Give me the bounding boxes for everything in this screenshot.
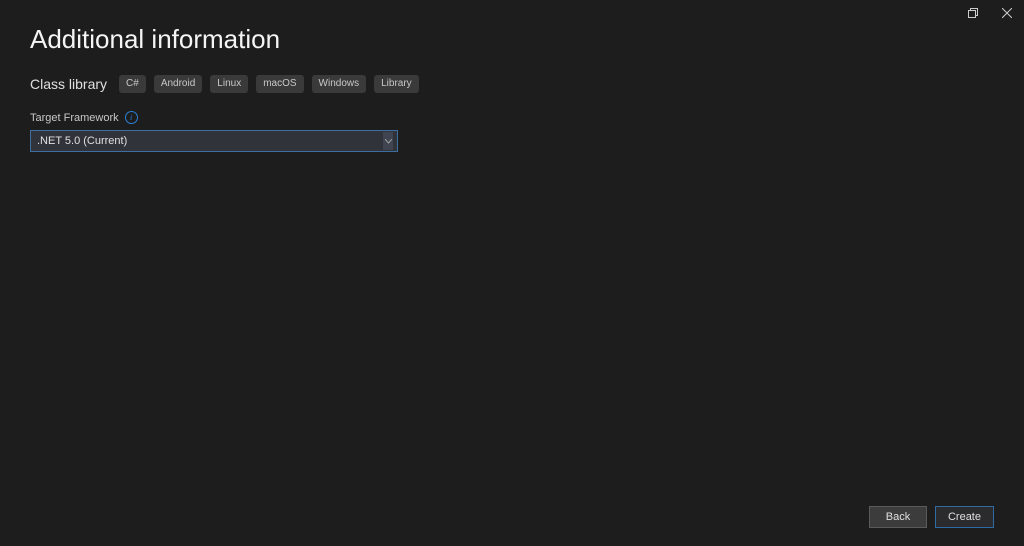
target-framework-label: Target Framework <box>30 112 119 124</box>
template-tag: Library <box>374 75 419 93</box>
page-title: Additional information <box>30 24 994 55</box>
back-button[interactable]: Back <box>869 506 927 528</box>
title-bar <box>956 0 1024 26</box>
dialog-footer: Back Create <box>869 506 994 528</box>
template-tag: Windows <box>312 75 367 93</box>
template-name: Class library <box>30 76 107 92</box>
target-framework-dropdown[interactable]: .NET 5.0 (Current) <box>30 130 398 152</box>
template-tag: C# <box>119 75 146 93</box>
dialog-content: Additional information Class library C# … <box>0 0 1024 152</box>
template-tag: macOS <box>256 75 303 93</box>
template-tag: Linux <box>210 75 248 93</box>
info-icon[interactable]: i <box>125 111 138 124</box>
target-framework-value: .NET 5.0 (Current) <box>37 135 127 147</box>
template-row: Class library C# Android Linux macOS Win… <box>30 75 994 93</box>
close-button[interactable] <box>990 0 1024 26</box>
template-tag: Android <box>154 75 202 93</box>
maximize-button[interactable] <box>956 0 990 26</box>
create-button[interactable]: Create <box>935 506 994 528</box>
chevron-down-icon <box>383 132 393 150</box>
target-framework-label-row: Target Framework i <box>30 111 994 124</box>
